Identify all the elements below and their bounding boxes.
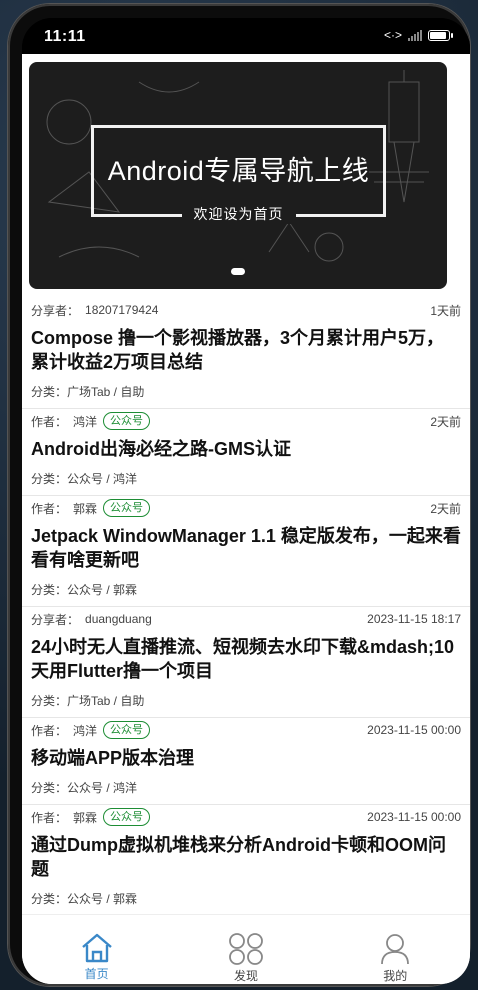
article-meta: 作者： 郭霖 公众号 2023-11-15 00:00 bbox=[31, 805, 461, 829]
screen: 11:11 <·> Android专属导航上线 欢迎设为首页 分享者： 1820… bbox=[22, 18, 470, 984]
article-item[interactable]: 分享者： 18207179424 1天前 Compose 撸一个影视播放器，3个月… bbox=[22, 298, 470, 409]
article-item[interactable]: 作者： 鸿洋 公众号 2023-11-15 00:00 移动端APP版本治理 分类：… bbox=[22, 718, 470, 805]
article-date: 2023-11-15 00:00 bbox=[367, 723, 461, 737]
article-category[interactable]: 分类：公众号 / 鸿洋 bbox=[31, 467, 461, 495]
bottom-tab-bar: 首页 发现 我的 bbox=[22, 914, 470, 984]
author-label: 作者： bbox=[31, 810, 68, 825]
article-date: 2天前 bbox=[430, 414, 461, 429]
tab-profile[interactable]: 我的 bbox=[335, 915, 455, 984]
author-name[interactable]: duangduang bbox=[85, 612, 152, 626]
article-date: 2023-11-15 18:17 bbox=[367, 612, 461, 626]
article-title[interactable]: Jetpack WindowManager 1.1 稳定版发布，一起来看看有啥更… bbox=[31, 520, 461, 578]
banner-subtitle-wrap: 欢迎设为首页 bbox=[91, 204, 386, 224]
article-item[interactable]: 分享者： duangduang 2023-11-15 18:17 24小时无人直播… bbox=[22, 607, 470, 718]
vpn-icon: <·> bbox=[383, 28, 402, 42]
article-title[interactable]: 通过Dump虚拟机堆栈来分析Android卡顿和OOM问题 bbox=[31, 829, 461, 887]
tab-home[interactable]: 首页 bbox=[37, 915, 157, 984]
tag-badge: 公众号 bbox=[103, 808, 151, 826]
tab-label: 我的 bbox=[383, 969, 408, 983]
article-meta: 作者： 郭霖 公众号 2天前 bbox=[31, 496, 461, 520]
article-category[interactable]: 分类：广场Tab / 自助 bbox=[31, 689, 461, 717]
author-name[interactable]: 鸿洋 bbox=[73, 413, 97, 430]
tab-discover[interactable]: 发现 bbox=[186, 915, 306, 984]
article-date: 2023-11-15 00:00 bbox=[367, 810, 461, 824]
status-bar: 11:11 <·> bbox=[22, 18, 470, 54]
banner[interactable]: Android专属导航上线 欢迎设为首页 bbox=[29, 62, 447, 289]
author-label: 作者： bbox=[31, 501, 68, 516]
home-icon bbox=[81, 933, 112, 963]
article-meta: 作者： 鸿洋 公众号 2天前 bbox=[31, 409, 461, 433]
article-title[interactable]: Compose 撸一个影视播放器，3个月累计用户5万，累计收益2万项目总结 bbox=[31, 322, 461, 380]
article-item[interactable]: 作者： 郭霖 公众号 2023-11-15 00:00 通过Dump虚拟机堆栈来分析… bbox=[22, 805, 470, 916]
phone-frame: 11:11 <·> Android专属导航上线 欢迎设为首页 分享者： 1820… bbox=[8, 4, 470, 986]
article-meta: 分享者： 18207179424 1天前 bbox=[31, 298, 461, 322]
author-name[interactable]: 18207179424 bbox=[85, 303, 158, 317]
tab-label: 发现 bbox=[233, 969, 258, 983]
tag-badge: 公众号 bbox=[103, 499, 151, 517]
profile-icon bbox=[381, 934, 410, 965]
discover-icon bbox=[229, 933, 263, 965]
article-category[interactable]: 分类：公众号 / 鸿洋 bbox=[31, 776, 461, 804]
article-date: 1天前 bbox=[430, 303, 461, 318]
article-list: 分享者： 18207179424 1天前 Compose 撸一个影视播放器，3个月… bbox=[22, 298, 470, 916]
article-date: 2天前 bbox=[430, 501, 461, 516]
author-label: 分享者： bbox=[31, 612, 80, 627]
article-title[interactable]: 24小时无人直播推流、短视频去水印下载&mdash;10天用Flutter撸一个… bbox=[31, 631, 461, 689]
status-time: 11:11 bbox=[44, 28, 86, 45]
signal-icon bbox=[408, 29, 422, 41]
article-item[interactable]: 作者： 郭霖 公众号 2天前 Jetpack WindowManager 1.1 稳… bbox=[22, 496, 470, 607]
banner-subtitle: 欢迎设为首页 bbox=[181, 204, 296, 224]
app-content: Android专属导航上线 欢迎设为首页 分享者： 18207179424 1天前… bbox=[22, 54, 470, 984]
author-name[interactable]: 郭霖 bbox=[73, 809, 97, 826]
author-name[interactable]: 郭霖 bbox=[73, 500, 97, 517]
article-category[interactable]: 分类：公众号 / 郭霖 bbox=[31, 578, 461, 606]
article-meta: 分享者： duangduang 2023-11-15 18:17 bbox=[31, 607, 461, 631]
carousel-indicator[interactable] bbox=[231, 268, 245, 275]
author-name[interactable]: 鸿洋 bbox=[73, 722, 97, 739]
tag-badge: 公众号 bbox=[103, 412, 151, 430]
author-label: 分享者： bbox=[31, 303, 80, 318]
article-category[interactable]: 分类：广场Tab / 自助 bbox=[31, 380, 461, 408]
author-label: 作者： bbox=[31, 414, 68, 429]
article-title[interactable]: 移动端APP版本治理 bbox=[31, 742, 461, 776]
article-item[interactable]: 作者： 鸿洋 公众号 2天前 Android出海必经之路-GMS认证 分类：公众号 … bbox=[22, 409, 470, 496]
author-label: 作者： bbox=[31, 723, 68, 738]
tab-label: 首页 bbox=[84, 967, 109, 981]
article-meta: 作者： 鸿洋 公众号 2023-11-15 00:00 bbox=[31, 718, 461, 742]
tag-badge: 公众号 bbox=[103, 721, 151, 739]
article-category[interactable]: 分类：公众号 / 郭霖 bbox=[31, 887, 461, 915]
banner-title: Android专属导航上线 bbox=[107, 156, 370, 186]
status-icons: <·> bbox=[383, 28, 453, 42]
battery-icon bbox=[428, 29, 453, 41]
article-title[interactable]: Android出海必经之路-GMS认证 bbox=[31, 433, 461, 467]
